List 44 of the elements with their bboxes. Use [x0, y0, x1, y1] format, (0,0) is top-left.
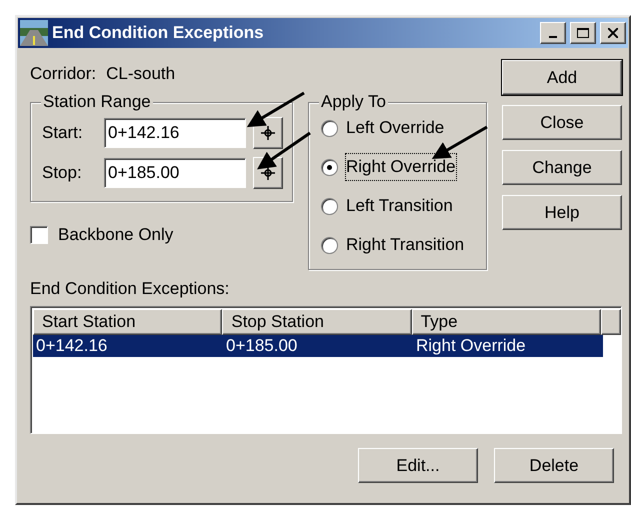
radio-label: Left Override — [346, 117, 444, 140]
column-header[interactable]: Type — [412, 309, 602, 335]
radio-button[interactable] — [321, 120, 338, 136]
table-cell-text: Right Override — [415, 335, 527, 357]
field-label: Start: — [42, 122, 84, 144]
radio-button[interactable] — [321, 236, 338, 254]
radio-label: Right Override — [346, 154, 456, 180]
table-cell-text: 0+185.00 — [225, 335, 298, 357]
field-label: Stop: — [42, 162, 83, 184]
annotation-arrow — [246, 92, 305, 128]
station-field[interactable]: 0+185.00 — [104, 158, 246, 188]
crosshair-icon — [261, 166, 275, 180]
dialog-button[interactable]: Edit... — [358, 448, 478, 483]
station-field[interactable]: 0+142.16 — [104, 118, 246, 148]
checkbox-label: Backbone Only — [58, 224, 174, 246]
minimize-button[interactable] — [540, 22, 566, 44]
dialog-button[interactable]: Close — [502, 105, 622, 140]
radio-label: Left Transition — [346, 195, 453, 218]
maximize-button[interactable] — [570, 22, 596, 44]
radio-button[interactable] — [321, 158, 338, 176]
maximize-icon — [577, 28, 589, 38]
table-cell-text: 0+142.16 — [35, 335, 108, 357]
dialog-button[interactable]: Add — [502, 60, 622, 95]
group-title: Apply To — [319, 92, 388, 112]
dialog-button[interactable]: Delete — [494, 448, 614, 483]
checkbox[interactable] — [30, 226, 48, 244]
close-icon — [608, 28, 618, 38]
column-header[interactable]: Stop Station — [222, 309, 412, 335]
road-icon — [20, 20, 48, 46]
list-row[interactable]: 0+142.16 0+185.00 Right Override — [33, 335, 603, 357]
column-header[interactable]: Start Station — [33, 309, 222, 335]
dialog-button[interactable]: Change — [502, 150, 622, 185]
minimize-icon — [549, 36, 557, 38]
group-title: Station Range — [41, 92, 153, 112]
window-title: End Condition Exceptions — [52, 22, 265, 44]
corridor-value: CL-south — [106, 63, 176, 86]
dialog-button[interactable]: Help — [502, 195, 622, 230]
close-button[interactable] — [600, 22, 626, 44]
crosshair-icon — [261, 126, 275, 140]
list-label: End Condition Exceptions: — [30, 279, 230, 298]
radio-label: Right Transition — [346, 234, 464, 256]
radio-button[interactable] — [321, 198, 338, 214]
annotation-arrow — [257, 132, 311, 170]
corridor-label: Corridor: — [30, 63, 96, 86]
